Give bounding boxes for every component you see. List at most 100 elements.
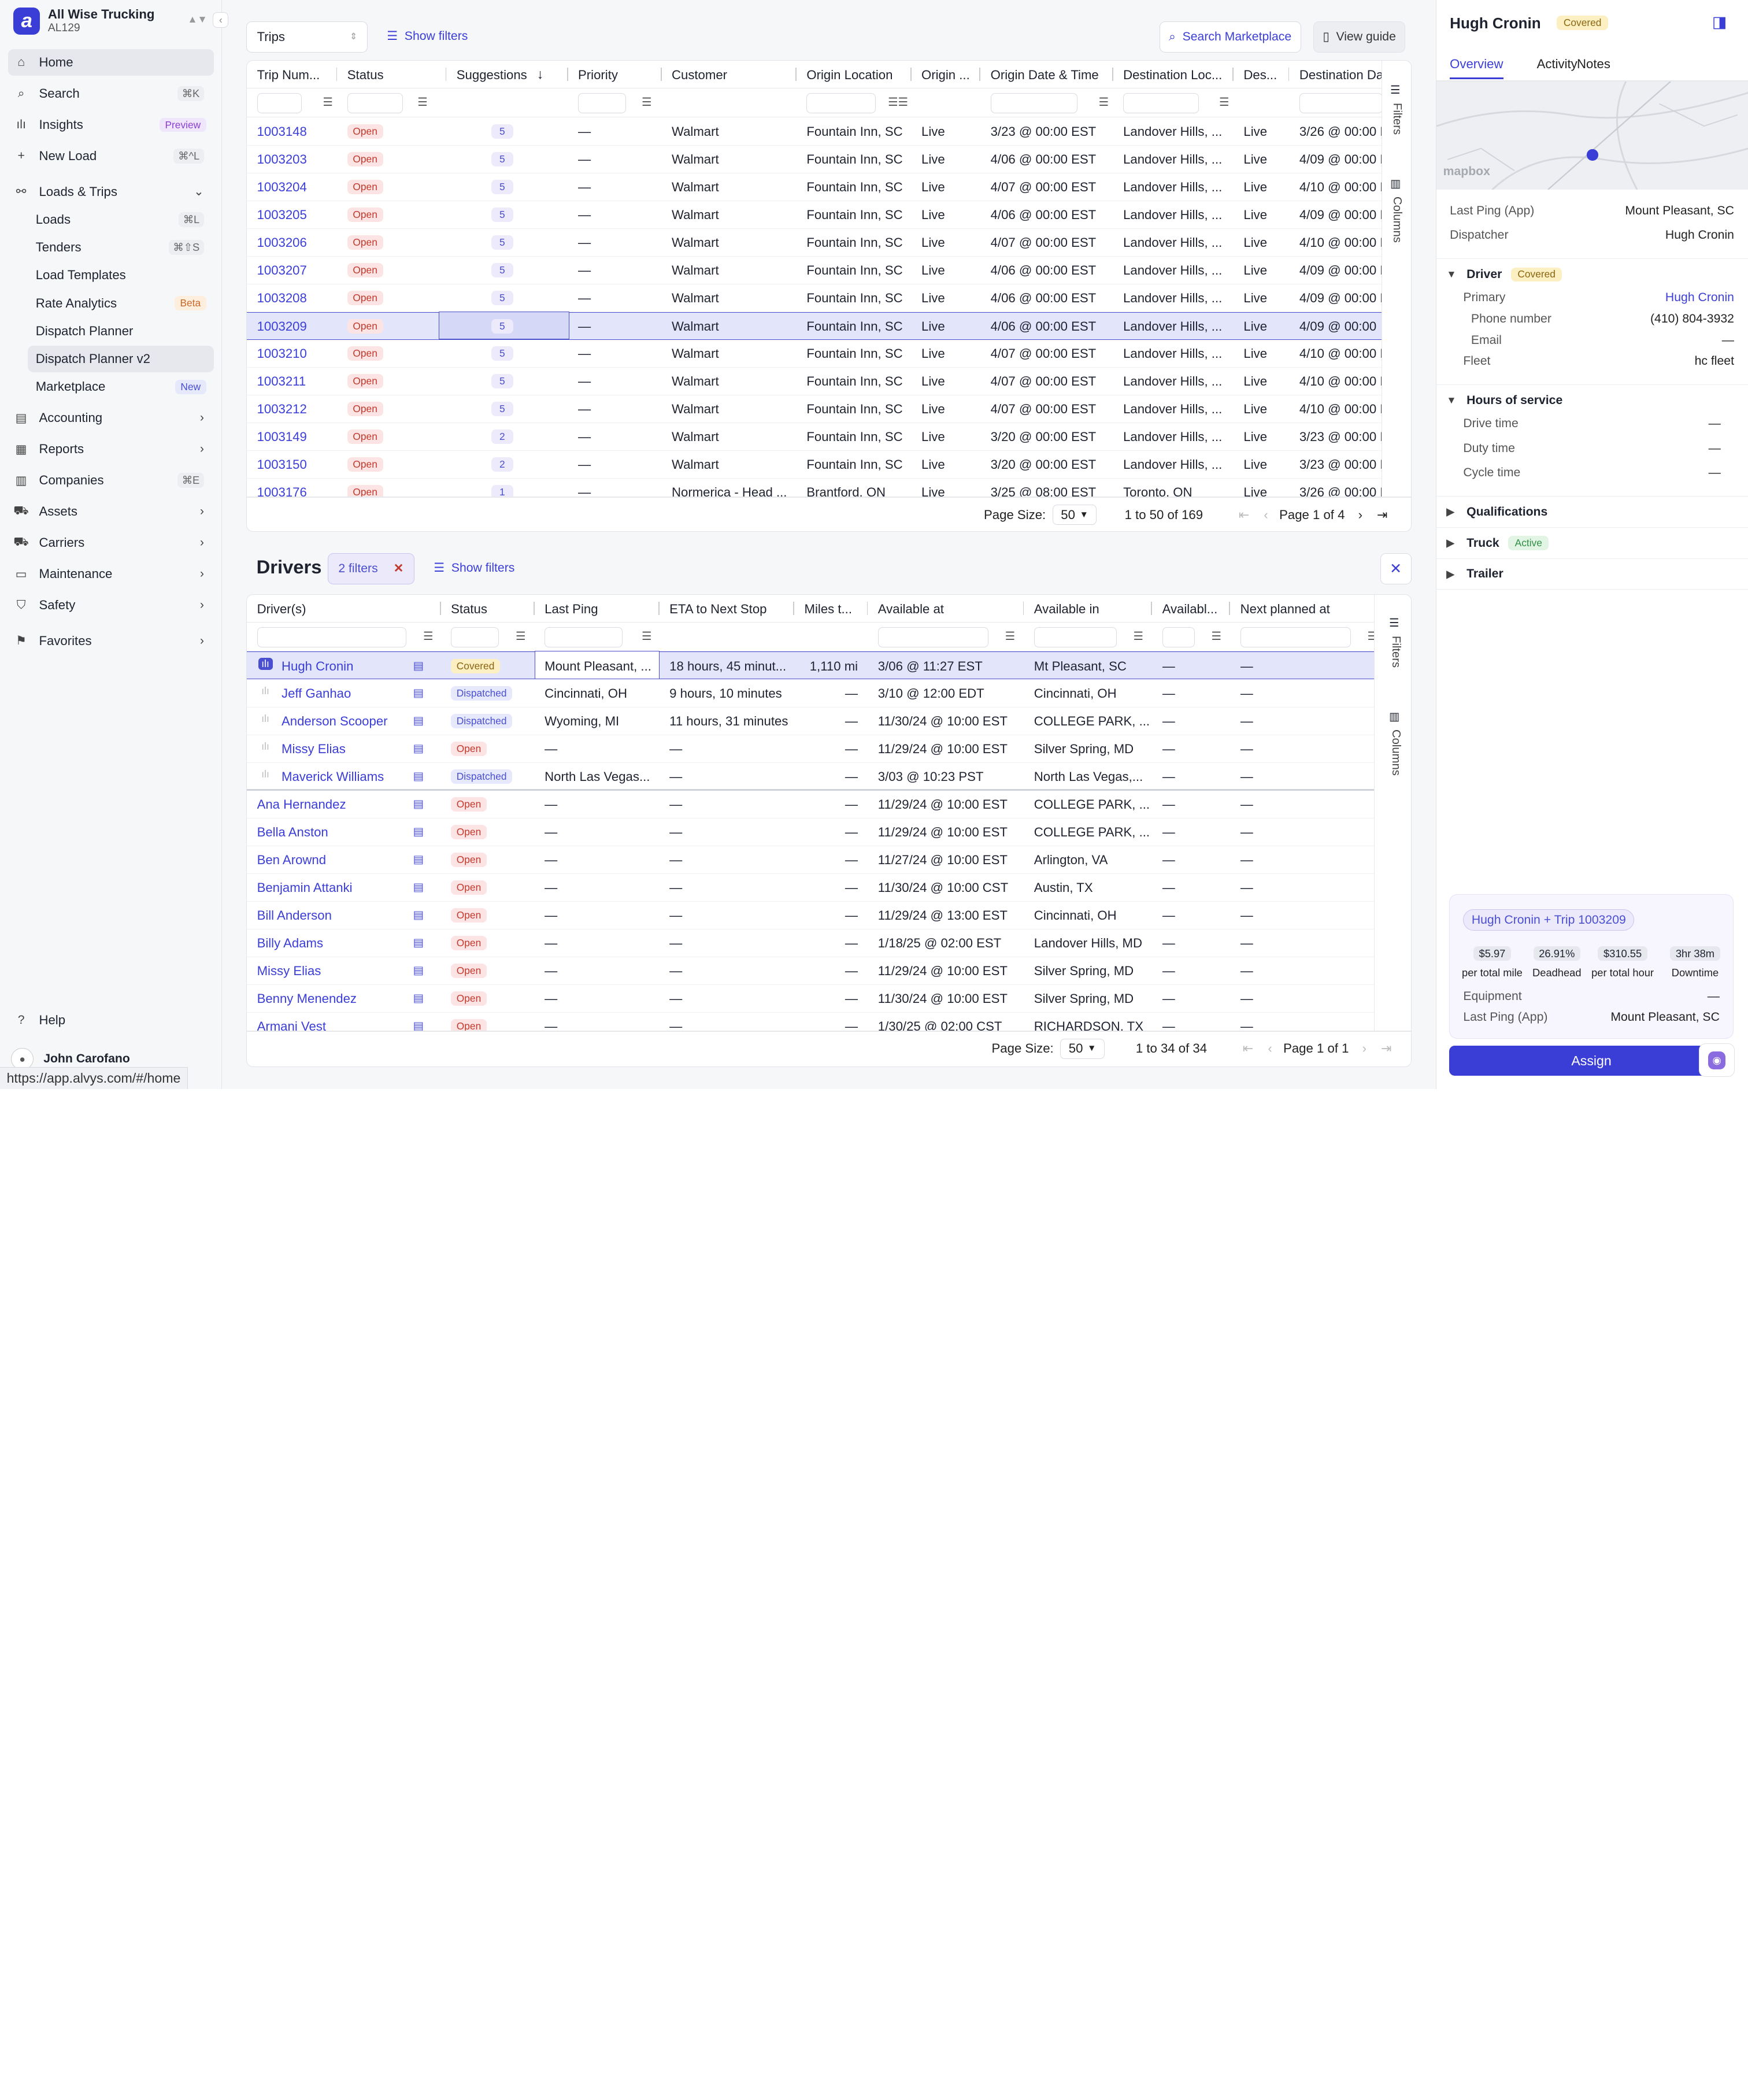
- nav-item-dispatch-planner[interactable]: Dispatch Planner: [28, 318, 214, 345]
- trips-show-filters-button[interactable]: ☰ Show filters: [387, 29, 468, 43]
- driver-name-link[interactable]: Bill Anderson: [257, 908, 413, 923]
- trip-number-link[interactable]: 1003206: [257, 235, 335, 250]
- column-header[interactable]: Destination Loc...: [1123, 68, 1235, 83]
- column-header[interactable]: Driver(s): [257, 602, 413, 617]
- column-filter-input[interactable]: [257, 93, 302, 113]
- suggestions-count[interactable]: 5: [491, 208, 514, 223]
- column-header[interactable]: Origin Date & Time: [991, 68, 1113, 83]
- column-separator[interactable]: [1229, 601, 1231, 615]
- nav-item-load-templates[interactable]: Load Templates: [28, 262, 214, 288]
- column-separator[interactable]: [533, 601, 535, 615]
- document-icon[interactable]: ▤: [413, 964, 424, 977]
- table-row[interactable]: ılı Hugh Cronin Covered Mount Pleasant, ...…: [247, 651, 1375, 680]
- suggestions-count[interactable]: 5: [491, 152, 514, 167]
- qualifications-section-header[interactable]: ▶ Qualifications: [1436, 496, 1748, 527]
- suggestions-count[interactable]: 5: [491, 374, 514, 389]
- table-row[interactable]: ılı Missy Elias Open — — —11/29/24 @ 10:00 ES…: [247, 735, 1375, 763]
- table-row[interactable]: 1003203 Open 5 — Walmart Fountain Inn, SC Live…: [247, 146, 1384, 173]
- column-header[interactable]: Des...: [1243, 68, 1294, 83]
- tab-activity[interactable]: Activity: [1537, 57, 1577, 72]
- trip-number-link[interactable]: 1003209: [257, 319, 335, 334]
- nav-item-search[interactable]: ⌕ Search ⌘K: [8, 80, 214, 107]
- table-row[interactable]: Ana Hernandez Open — — — 11/29/24 @ 10:00 EST…: [247, 790, 1375, 818]
- column-header[interactable]: Available in: [1034, 602, 1157, 617]
- column-separator[interactable]: [336, 67, 338, 81]
- column-separator[interactable]: [1112, 67, 1113, 81]
- org-switcher[interactable]: a All Wise Trucking AL129 ▲▼: [13, 5, 214, 38]
- column-filter-input[interactable]: [877, 627, 988, 647]
- filter-icon[interactable]: ☰: [423, 629, 433, 643]
- table-row[interactable]: Armani Vest Open — — — 1/30/25 @ 02:00 CST RIC…: [247, 1013, 1375, 1031]
- nav-item-new-load[interactable]: + New Load ⌘^L: [8, 143, 214, 169]
- trip-number-link[interactable]: 1003208: [257, 291, 335, 306]
- filter-icon[interactable]: ☰: [1211, 629, 1221, 643]
- driver-name-link[interactable]: Billy Adams: [257, 936, 413, 951]
- nav-item-dispatch-planner-v2[interactable]: Dispatch Planner v2: [28, 345, 214, 373]
- column-separator[interactable]: [1023, 601, 1024, 615]
- nav-item-reports[interactable]: ▦ Reports ›: [8, 436, 214, 462]
- table-row[interactable]: 1003149 Open 2 — Walmart Fountain Inn, SC Live…: [247, 423, 1384, 451]
- prev-page-icon[interactable]: ‹: [1268, 1041, 1272, 1056]
- filter-chip[interactable]: 2 filters ✕: [328, 553, 414, 584]
- column-separator[interactable]: [866, 601, 868, 615]
- table-row[interactable]: ılı Jeff Ganhao Dispatched Cincinnati, OH 9 …: [247, 679, 1375, 708]
- tab-overview[interactable]: Overview: [1450, 57, 1503, 79]
- document-icon[interactable]: ▤: [413, 686, 424, 700]
- collapse-sidebar-button[interactable]: ‹: [213, 12, 229, 28]
- column-header[interactable]: Status: [451, 602, 529, 617]
- suggestions-count[interactable]: 2: [491, 429, 514, 445]
- column-filter-input[interactable]: [257, 627, 406, 647]
- help-link[interactable]: ? Help: [8, 1007, 214, 1034]
- column-header[interactable]: ETA to Next Stop: [669, 602, 792, 617]
- document-icon[interactable]: ▤: [413, 769, 424, 783]
- tab-notes[interactable]: Notes: [1577, 57, 1610, 72]
- table-row[interactable]: 1003211 Open 5 — Walmart Fountain Inn, SC Live…: [247, 368, 1384, 395]
- suggestions-count[interactable]: 5: [491, 402, 514, 417]
- map[interactable]: mapbox: [1436, 81, 1748, 190]
- filter-icon[interactable]: ☰: [417, 95, 427, 109]
- trip-number-link[interactable]: 1003207: [257, 263, 335, 278]
- trips-columns-tab[interactable]: Columns: [1390, 197, 1403, 243]
- truck-section-header[interactable]: ▶ Truck Active: [1436, 527, 1748, 558]
- trip-number-link[interactable]: 1003176: [257, 485, 335, 497]
- column-header[interactable]: Availabl...: [1162, 602, 1229, 617]
- table-row[interactable]: 1003176 Open 1 — Normerica - Head ... Brantfo…: [247, 479, 1384, 497]
- table-row[interactable]: 1003205 Open 5 — Walmart Fountain Inn, SC Live…: [247, 201, 1384, 229]
- chat-widget-button[interactable]: ◉: [1699, 1043, 1735, 1077]
- trip-number-link[interactable]: 1003205: [257, 208, 335, 223]
- column-separator[interactable]: [979, 67, 981, 81]
- table-row[interactable]: Bill Anderson Open — — — 11/29/24 @ 13:00 EST…: [247, 901, 1375, 929]
- table-row[interactable]: 1003209 Open 5 — Walmart Fountain Inn, SC Live…: [247, 311, 1384, 340]
- column-separator[interactable]: [1288, 67, 1290, 81]
- last-page-icon[interactable]: ⇥: [1377, 508, 1388, 523]
- column-filter-input[interactable]: [578, 93, 626, 113]
- suggestions-count[interactable]: 5: [491, 263, 514, 278]
- table-row[interactable]: 1003207 Open 5 — Walmart Fountain Inn, SC Live…: [247, 257, 1384, 284]
- table-row[interactable]: 1003212 Open 5 — Walmart Fountain Inn, SC Live…: [247, 395, 1384, 423]
- first-page-icon[interactable]: ⇤: [1243, 1041, 1254, 1056]
- driver-name-link[interactable]: Ben Arownd: [257, 853, 413, 868]
- document-icon[interactable]: ▤: [413, 825, 424, 839]
- table-row[interactable]: Ben Arownd Open — — — 11/27/24 @ 10:00 EST Arl…: [247, 846, 1375, 874]
- table-row[interactable]: 1003206 Open 5 — Walmart Fountain Inn, SC Live…: [247, 229, 1384, 257]
- filter-icon[interactable]: ☰: [642, 629, 651, 643]
- suggestions-count[interactable]: 5: [491, 124, 514, 139]
- trip-number-link[interactable]: 1003148: [257, 124, 335, 139]
- prev-page-icon[interactable]: ‹: [1264, 508, 1268, 523]
- hos-section-header[interactable]: ▼ Hours of service: [1436, 384, 1748, 416]
- first-page-icon[interactable]: ⇤: [1239, 508, 1250, 523]
- nav-item-maintenance[interactable]: ▭ Maintenance ›: [8, 561, 214, 587]
- column-filter-input[interactable]: [990, 93, 1078, 113]
- trip-number-link[interactable]: 1003150: [257, 457, 335, 472]
- driver-name-link[interactable]: Ana Hernandez: [257, 797, 413, 812]
- nav-item-safety[interactable]: ⛉ Safety ›: [8, 592, 214, 618]
- sort-desc-icon[interactable]: ↓: [537, 66, 544, 82]
- search-marketplace-button[interactable]: ⌕ Search Marketplace: [1159, 21, 1301, 53]
- trip-number-link[interactable]: 1003204: [257, 180, 335, 195]
- column-separator[interactable]: [439, 601, 441, 615]
- nav-item-companies[interactable]: ▥ Companies ⌘E: [8, 467, 214, 494]
- document-icon[interactable]: ▤: [413, 908, 424, 922]
- trip-number-link[interactable]: 1003203: [257, 152, 335, 167]
- suggestions-count[interactable]: 5: [491, 235, 514, 250]
- assign-button[interactable]: Assign: [1449, 1046, 1734, 1076]
